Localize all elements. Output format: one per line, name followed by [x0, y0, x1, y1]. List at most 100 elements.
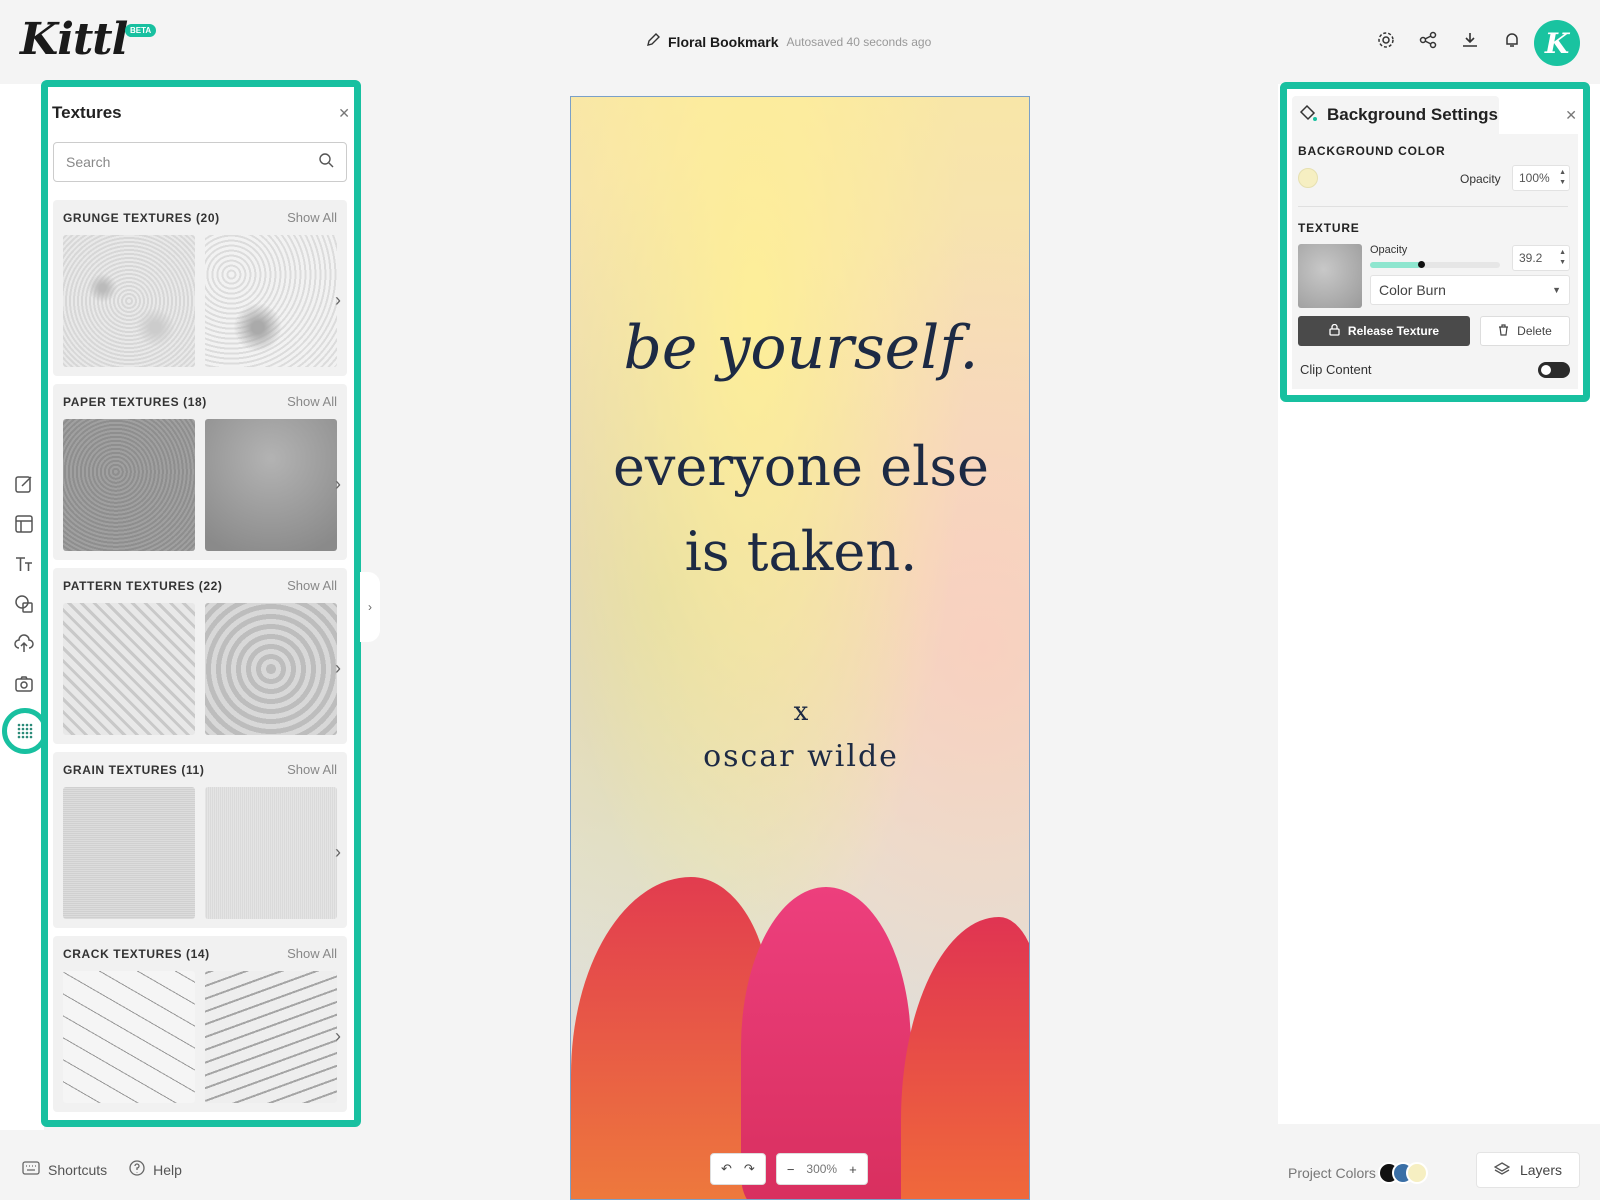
- stepper-icon[interactable]: ▲ ▼: [1559, 248, 1566, 268]
- text-icon[interactable]: [14, 554, 34, 574]
- textures-panel: Textures ✕ GRUNGE TEXTURES (20) Show All…: [41, 80, 361, 1127]
- bell-icon[interactable]: [1502, 30, 1522, 50]
- help-button[interactable]: Help: [129, 1160, 182, 1179]
- collapse-panel-button[interactable]: ›: [360, 572, 380, 642]
- zoom-in-button[interactable]: +: [849, 1162, 857, 1177]
- header-actions: [1376, 30, 1522, 50]
- texture-thumbnail[interactable]: [63, 971, 195, 1103]
- texture-opacity-input[interactable]: 39.2 ▲ ▼: [1512, 245, 1570, 271]
- blend-mode-select[interactable]: Color Burn ▼: [1370, 275, 1570, 305]
- category-title: GRUNGE TEXTURES (20): [63, 211, 220, 225]
- canvas-controls: ↶ ↷ − 300% +: [710, 1153, 868, 1185]
- color-swatch[interactable]: [1405, 1162, 1428, 1184]
- edit-icon[interactable]: [14, 474, 34, 494]
- quote-line-3[interactable]: is taken.: [571, 520, 1029, 583]
- show-all-link[interactable]: Show All: [287, 394, 337, 409]
- background-opacity-value: 100%: [1519, 171, 1550, 185]
- shortcuts-button[interactable]: Shortcuts: [22, 1160, 107, 1179]
- share-icon[interactable]: [1418, 30, 1438, 50]
- background-settings-tab[interactable]: Background Settings: [1292, 96, 1499, 134]
- texture-thumbnail[interactable]: [205, 787, 337, 919]
- search-icon[interactable]: [318, 152, 334, 173]
- undo-icon[interactable]: ↶: [721, 1161, 732, 1177]
- category-title: PATTERN TEXTURES (22): [63, 579, 223, 593]
- toggle-knob: [1541, 365, 1551, 375]
- show-all-link[interactable]: Show All: [287, 578, 337, 593]
- design-canvas[interactable]: be yourself. everyone else is taken. x o…: [570, 96, 1030, 1200]
- chevron-right-icon[interactable]: ›: [335, 290, 341, 311]
- close-icon[interactable]: ✕: [338, 105, 350, 122]
- category-title: GRAIN TEXTURES (11): [63, 763, 205, 777]
- texture-opacity-slider[interactable]: [1370, 261, 1500, 268]
- texture-opacity-label: Opacity: [1370, 244, 1408, 256]
- zoom-out-button[interactable]: −: [787, 1162, 795, 1177]
- chevron-right-icon[interactable]: ›: [335, 842, 341, 863]
- gear-icon[interactable]: [1376, 30, 1396, 50]
- chevron-right-icon[interactable]: ›: [335, 658, 341, 679]
- pencil-icon[interactable]: [646, 33, 660, 50]
- layout-icon[interactable]: [14, 514, 34, 534]
- delete-texture-button[interactable]: Delete: [1480, 316, 1570, 346]
- texture-thumbnail[interactable]: [63, 603, 195, 735]
- zoom-level[interactable]: 300%: [806, 1162, 837, 1176]
- divider: [1298, 206, 1568, 207]
- zoom-control: − 300% +: [775, 1153, 868, 1185]
- quote-author[interactable]: oscar wilde: [571, 739, 1029, 774]
- chevron-down-icon[interactable]: ▼: [1552, 285, 1561, 295]
- texture-thumbnail[interactable]: [205, 603, 337, 735]
- autosave-status: Autosaved 40 seconds ago: [786, 34, 932, 49]
- chevron-right-icon[interactable]: ›: [335, 1026, 341, 1047]
- show-all-link[interactable]: Show All: [287, 946, 337, 961]
- download-icon[interactable]: [1460, 30, 1480, 50]
- chevron-right-icon[interactable]: ›: [335, 474, 341, 495]
- slider-fill: [1370, 262, 1421, 268]
- quote-script-text[interactable]: be yourself.: [571, 313, 1029, 383]
- background-color-swatch[interactable]: [1298, 168, 1318, 188]
- clip-content-toggle[interactable]: [1538, 362, 1570, 378]
- document-title-bar[interactable]: Floral Bookmark Autosaved 40 seconds ago: [646, 33, 931, 50]
- shapes-icon[interactable]: [14, 594, 34, 614]
- close-icon[interactable]: ✕: [1565, 107, 1577, 124]
- document-name[interactable]: Floral Bookmark: [668, 34, 778, 50]
- texture-thumbnail[interactable]: [63, 235, 195, 367]
- kittl-logo[interactable]: Kittl: [20, 14, 128, 65]
- background-settings-title: Background Settings: [1327, 105, 1498, 124]
- slider-handle[interactable]: [1417, 261, 1425, 268]
- stepper-icon[interactable]: ▲ ▼: [1559, 168, 1566, 188]
- beta-badge: BETA: [125, 24, 157, 37]
- release-texture-button[interactable]: Release Texture: [1298, 316, 1470, 346]
- delete-label: Delete: [1517, 324, 1552, 338]
- help-icon: [129, 1160, 145, 1179]
- background-opacity-input[interactable]: 100% ▲ ▼: [1512, 165, 1570, 191]
- texture-preview-thumbnail[interactable]: [1298, 244, 1362, 308]
- texture-thumbnail[interactable]: [63, 787, 195, 919]
- texture-thumbnail[interactable]: [205, 235, 337, 367]
- quote-line-2[interactable]: everyone else: [571, 435, 1029, 498]
- user-avatar[interactable]: K: [1534, 20, 1580, 66]
- blend-mode-value: Color Burn: [1379, 282, 1446, 298]
- show-all-link[interactable]: Show All: [287, 210, 337, 225]
- project-color-swatches[interactable]: [1377, 1162, 1428, 1184]
- texture-category-crack: CRACK TEXTURES (14) Show All ›: [53, 936, 347, 1112]
- camera-icon[interactable]: [14, 674, 34, 694]
- texture-thumbnail[interactable]: [63, 419, 195, 551]
- project-colors-label: Project Colors: [1288, 1165, 1376, 1181]
- quote-separator[interactable]: x: [571, 697, 1029, 727]
- keyboard-icon: [22, 1161, 40, 1178]
- background-settings-panel: Background Settings ✕ BACKGROUND COLOR O…: [1280, 82, 1590, 402]
- texture-search-box[interactable]: [53, 142, 347, 182]
- upload-icon[interactable]: [14, 634, 34, 654]
- search-input[interactable]: [66, 154, 286, 170]
- redo-icon[interactable]: ↷: [744, 1161, 755, 1177]
- texture-category-paper: PAPER TEXTURES (18) Show All ›: [53, 384, 347, 560]
- release-texture-label: Release Texture: [1347, 324, 1440, 338]
- layers-button[interactable]: Layers: [1476, 1152, 1580, 1188]
- texture-opacity-value: 39.2: [1519, 251, 1543, 265]
- lock-icon: [1329, 323, 1340, 339]
- project-colors[interactable]: Project Colors: [1288, 1162, 1428, 1184]
- texture-thumbnail[interactable]: [205, 971, 337, 1103]
- background-opacity-label: Opacity: [1460, 172, 1501, 186]
- paint-bucket-icon: [1298, 103, 1318, 128]
- show-all-link[interactable]: Show All: [287, 762, 337, 777]
- texture-thumbnail[interactable]: [205, 419, 337, 551]
